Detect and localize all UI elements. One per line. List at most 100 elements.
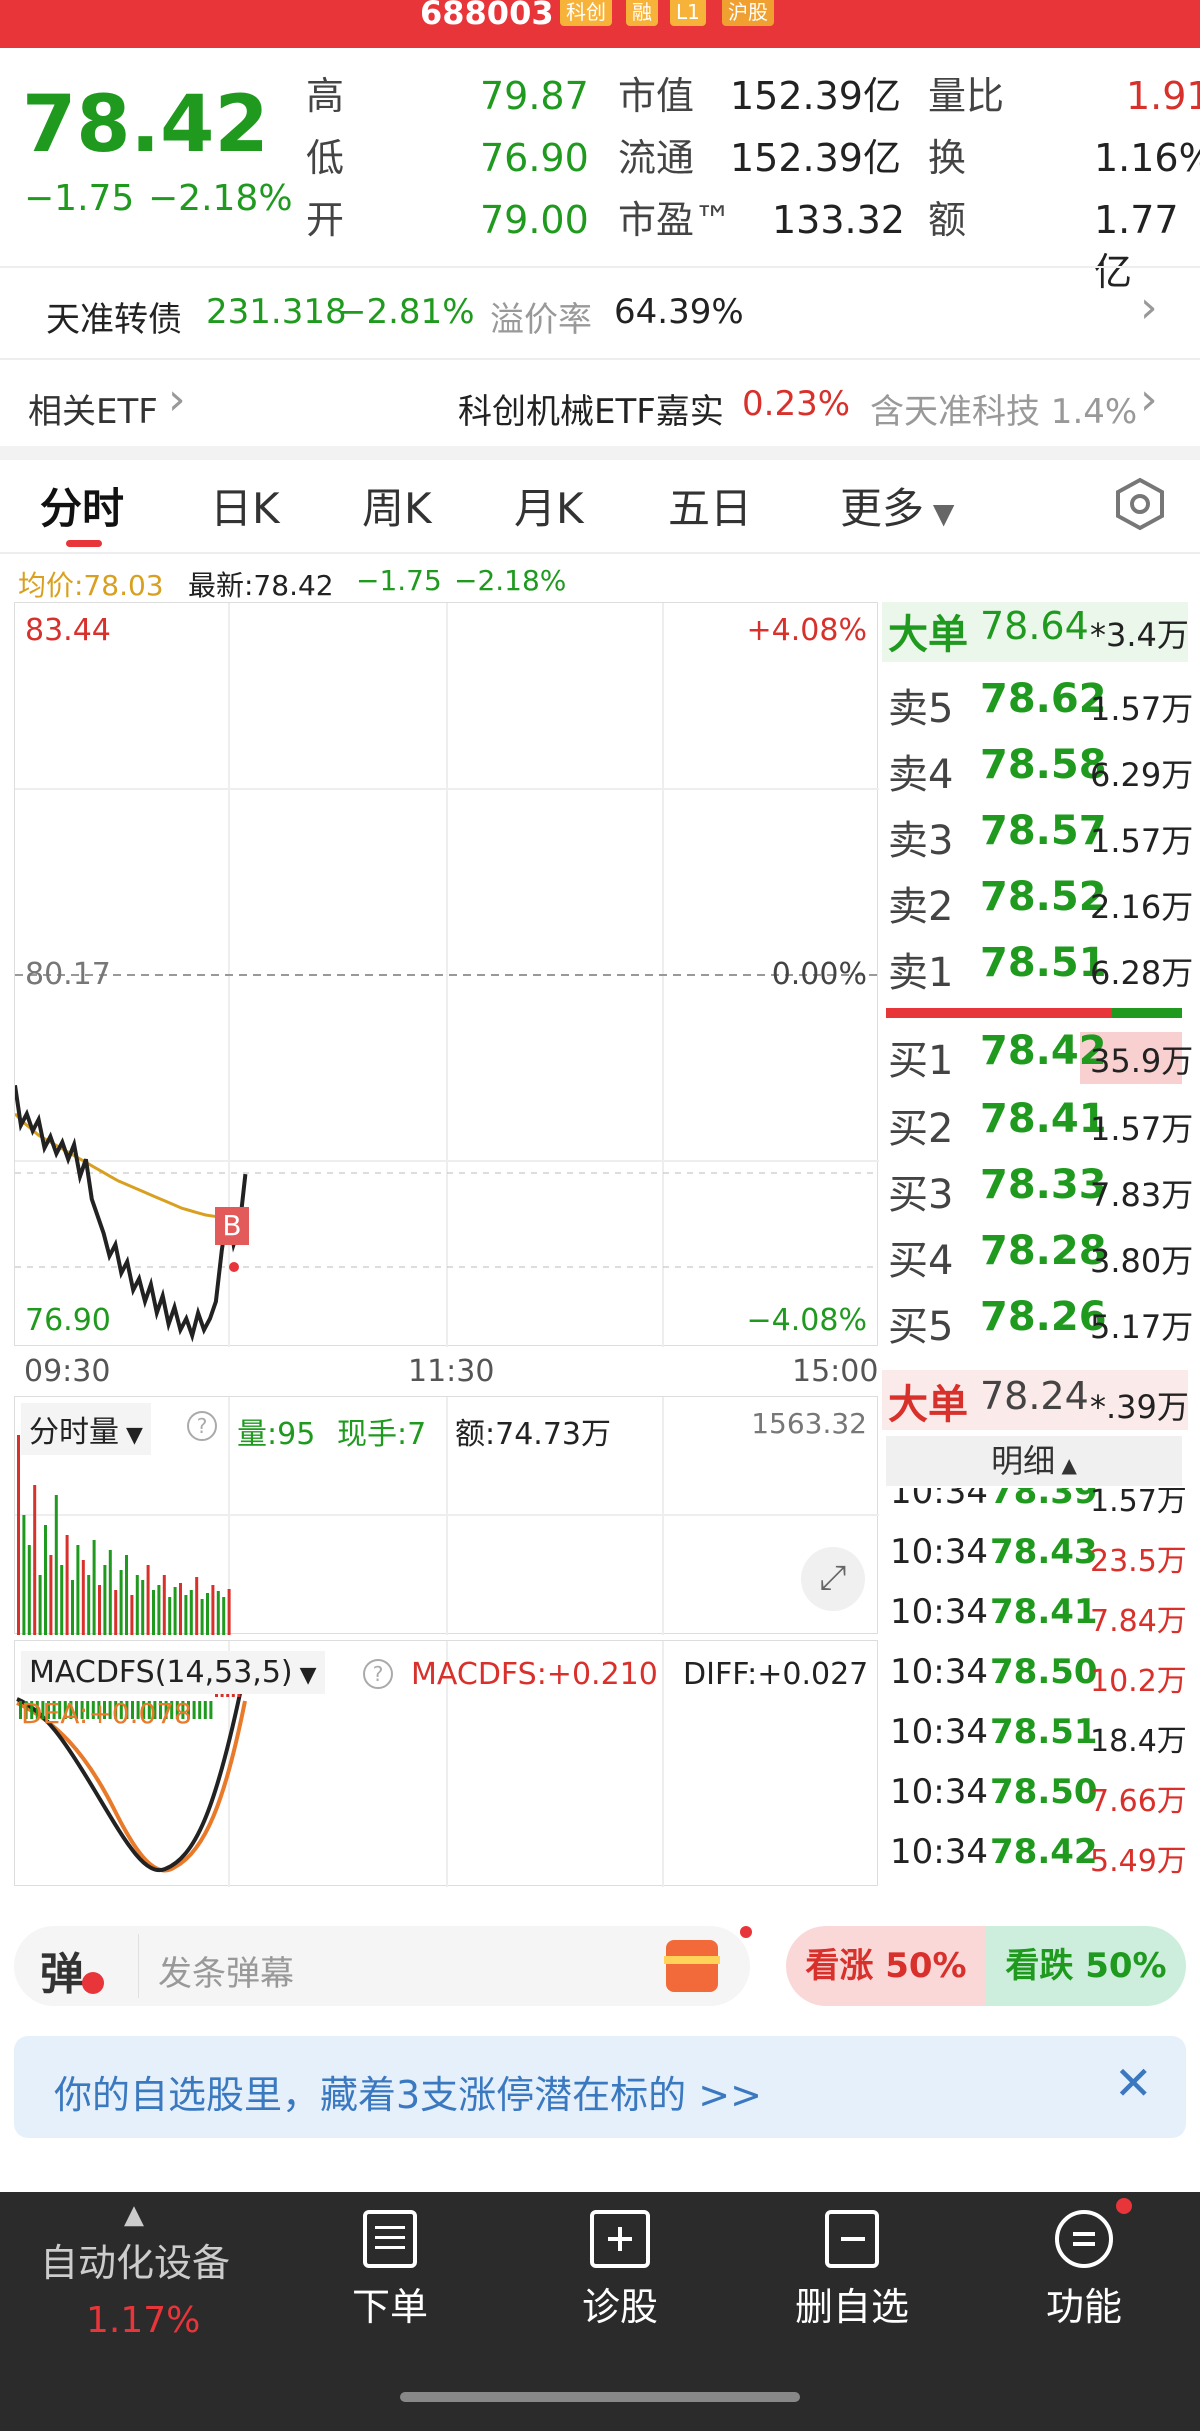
detail-label: 明细: [991, 1442, 1056, 1480]
volume-bar: [173, 1587, 177, 1635]
bid-price-1[interactable]: 78.42: [980, 1028, 1107, 1074]
x-tick-open: 09:30: [24, 1354, 111, 1389]
volume-panel[interactable]: 分时量 ▼ ? 量:95 现手:7 额:74.73万 1563.32 ⤢: [14, 1396, 879, 1635]
tag-margin: 融: [626, 0, 658, 26]
settings-hexagon-icon[interactable]: [1112, 476, 1168, 536]
macd-panel[interactable]: MACDFS(14,53,5) ▼ ? MACDFS:+0.210 DIFF:+…: [14, 1640, 878, 1887]
big-order-bottom-price: 78.24: [980, 1374, 1089, 1418]
macd-selector[interactable]: MACDFS(14,53,5) ▼: [21, 1651, 325, 1694]
minus-box-icon: [825, 2210, 879, 2268]
tick-time: 10:34: [890, 1652, 988, 1692]
volume-bar: [152, 1590, 155, 1635]
bullish-button[interactable]: 看涨 50%: [786, 1926, 986, 2006]
nav-order[interactable]: 下单: [290, 2190, 490, 2331]
macd-bar: [192, 1701, 196, 1719]
macdfs-value: MACDFS:+0.210: [411, 1657, 658, 1692]
low-label: 低: [306, 136, 345, 180]
ask-vol-2: 2.16万: [1090, 888, 1194, 926]
ask-price-3[interactable]: 78.57: [980, 808, 1107, 854]
volume-bar: [189, 1590, 193, 1635]
volume-bar: [130, 1595, 134, 1635]
bid-vol-2: 1.57万: [1090, 1110, 1194, 1148]
bid-price-5[interactable]: 78.26: [980, 1294, 1107, 1340]
bid-label-5: 买5: [888, 1304, 954, 1350]
ask-price-1[interactable]: 78.51: [980, 940, 1107, 986]
ask-vol-4: 6.29万: [1090, 756, 1194, 794]
tick-time: 10:34: [890, 1532, 988, 1572]
bid-price-2[interactable]: 78.41: [980, 1096, 1107, 1142]
volume-bar: [168, 1597, 172, 1635]
nav-remove-watchlist[interactable]: 删自选: [752, 2190, 952, 2331]
tab-monthly-k[interactable]: 月K: [514, 475, 584, 536]
volume-bar: [184, 1595, 188, 1635]
ask-label-3: 卖3: [888, 818, 954, 864]
vol-ratio-label: 量比: [928, 74, 1005, 118]
tick-vol: 5.49万: [1090, 1844, 1187, 1879]
volume-bar: [98, 1585, 101, 1635]
tab-more-label: 更多: [840, 484, 925, 533]
buy-marker[interactable]: B: [215, 1207, 249, 1245]
help-icon[interactable]: ?: [187, 1411, 217, 1441]
volume-bar: [27, 1545, 31, 1635]
volume-value: 量:95: [237, 1417, 316, 1452]
help-icon[interactable]: ?: [363, 1659, 393, 1689]
ask-price-4[interactable]: 78.58: [980, 742, 1107, 788]
pe-label: 市盈™: [618, 198, 733, 242]
danmu-icon[interactable]: 弹: [40, 1938, 84, 2002]
big-order-vol: *3.4万: [1090, 616, 1189, 654]
tab-five-day[interactable]: 五日: [668, 475, 752, 536]
bond-change: −2.81%: [338, 292, 475, 332]
bid-price-4[interactable]: 78.28: [980, 1228, 1107, 1274]
x-tick-close: 15:00: [792, 1354, 879, 1389]
danmu-input[interactable]: 发条弹幕: [158, 1946, 294, 1995]
volume-bar: [103, 1565, 107, 1635]
sector-name[interactable]: 自动化设备: [40, 2232, 230, 2287]
tab-intraday[interactable]: 分时: [40, 475, 124, 536]
macd-bar: [198, 1701, 202, 1719]
bond-row[interactable]: 天准转债 231.318 −2.81% 溢价率 64.39% ›: [0, 268, 1200, 356]
ask-price-2[interactable]: 78.52: [980, 874, 1107, 920]
nav-diagnose-label: 诊股: [581, 2285, 658, 2329]
volume-bar: [114, 1590, 118, 1635]
ask-price-5[interactable]: 78.62: [980, 676, 1107, 722]
gift-icon[interactable]: [666, 1940, 718, 1992]
intraday-chart[interactable]: 83.44 80.17 76.90 +4.08% 0.00% −4.08% B: [14, 602, 879, 1347]
tab-weekly-k[interactable]: 周K: [362, 475, 432, 536]
turnover-label: 换: [928, 136, 967, 180]
detail-toggle[interactable]: 明细 ▲: [886, 1436, 1182, 1486]
volume-bar: [92, 1540, 96, 1635]
tick-list[interactable]: 10:34 78.39 1.57万 10:34 78.43 23.5万 10:3…: [882, 1488, 1188, 1888]
latest-change: −1.75: [356, 564, 442, 597]
latest-change-pct: −2.18%: [454, 564, 567, 597]
price-line: [15, 1085, 248, 1343]
tick-time: 10:34: [890, 1772, 988, 1812]
close-icon[interactable]: ✕: [1114, 2056, 1153, 2110]
tab-more[interactable]: 更多 ▼: [840, 475, 954, 536]
tick-price: 78.50: [990, 1652, 1098, 1692]
stock-code: 688003: [420, 0, 554, 32]
pct-mid-label: 0.00%: [771, 957, 867, 992]
volume-selector[interactable]: 分时量 ▼: [21, 1403, 151, 1455]
diff-value: DIFF:+0.027: [683, 1657, 869, 1692]
etf-label: 相关ETF: [28, 392, 158, 432]
nav-diagnose[interactable]: 诊股: [520, 2190, 720, 2331]
etf-row[interactable]: 相关ETF › 科创机械ETF嘉实 0.23% 含天准科技 1.4% ›: [0, 362, 1200, 446]
high-value: 79.87: [480, 74, 589, 118]
bearish-button[interactable]: 看跌 50%: [986, 1926, 1186, 2006]
float-value: 152.39亿: [730, 136, 901, 180]
premium-label: 溢价率: [490, 300, 592, 340]
expand-icon[interactable]: ⤢: [801, 1547, 865, 1611]
tab-daily-k[interactable]: 日K: [210, 475, 280, 536]
macd-bar: [209, 1701, 213, 1719]
amount-label: 额: [928, 198, 967, 242]
mcap-value: 152.39亿: [730, 74, 901, 118]
nav-functions[interactable]: 功能: [984, 2190, 1184, 2331]
volume-bar: [206, 1593, 209, 1635]
pe-value: 133.32: [772, 198, 905, 242]
turnover-value: 1.16%: [1094, 136, 1200, 180]
big-order-price: 78.64: [980, 604, 1089, 648]
big-order-bottom-vol: *.39万: [1090, 1388, 1189, 1426]
bid-price-3[interactable]: 78.33: [980, 1162, 1107, 1208]
promo-banner[interactable]: 你的自选股里，藏着3支涨停潜在标的 >> ✕: [14, 2036, 1186, 2138]
volume-bar: [157, 1585, 161, 1635]
